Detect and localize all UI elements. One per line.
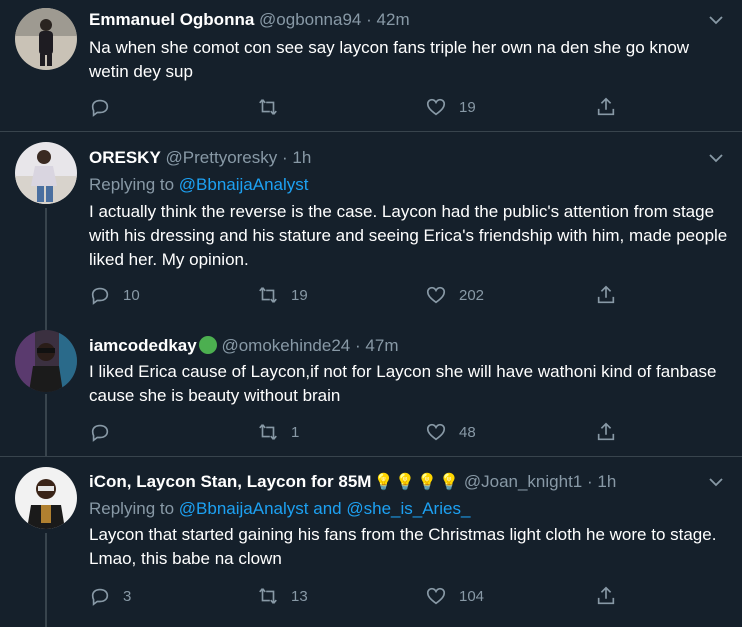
mention-link[interactable]: @BbnaijaAnalyst [179, 499, 309, 518]
mention-link[interactable]: @she_is_Aries_ [346, 499, 470, 518]
reply-button[interactable]: 10 [89, 283, 140, 307]
tweet-1[interactable]: Emmanuel Ogbonna @ogbonna94 · 42m Na whe… [0, 0, 742, 130]
reply-icon [91, 424, 109, 442]
green-circle-emoji [198, 336, 217, 354]
light-bulb-emoji: 💡 [417, 474, 438, 491]
retweet-button[interactable] [257, 95, 291, 119]
separator-dot: · [587, 472, 593, 491]
user-handle[interactable]: @ogbonna94 [259, 10, 361, 29]
retweet-count: 19 [291, 286, 308, 304]
retweet-icon [259, 424, 277, 440]
action-bar: 1 48 [89, 420, 629, 444]
reply-button[interactable] [89, 420, 123, 444]
display-name[interactable]: ORESKY [89, 148, 161, 167]
heart-icon [426, 98, 446, 116]
and-label: and [313, 499, 342, 518]
avatar[interactable] [15, 467, 77, 529]
chevron-down-icon[interactable] [708, 12, 724, 28]
replying-to: Replying to @BbnaijaAnalyst and @she_is_… [89, 498, 470, 520]
tweet-text: I liked Erica cause of Laycon,if not for… [89, 362, 717, 405]
separator-dot: · [282, 148, 288, 167]
action-bar: 10 19 202 [89, 283, 629, 307]
share-button[interactable] [595, 420, 617, 444]
share-icon [597, 586, 615, 605]
reply-icon [91, 99, 109, 117]
retweet-button[interactable]: 19 [257, 283, 308, 307]
thread-line [45, 533, 47, 627]
reply-button[interactable] [89, 95, 123, 119]
avatar[interactable] [15, 142, 77, 204]
retweet-icon [259, 287, 277, 303]
display-name[interactable]: iCon, Laycon Stan, Laycon for 85M [89, 472, 371, 491]
heart-icon [426, 286, 446, 304]
user-handle[interactable]: @omokehinde24 [221, 336, 350, 355]
user-handle[interactable]: @Prettyoresky [166, 148, 278, 167]
share-icon [597, 285, 615, 304]
light-bulb-emoji: 💡 [373, 474, 394, 491]
share-icon [597, 97, 615, 116]
reply-icon [91, 287, 109, 305]
tweet-text: Laycon that started gaining his fans fro… [89, 525, 717, 568]
reply-icon [91, 588, 109, 606]
retweet-icon [259, 99, 277, 115]
retweet-icon [259, 588, 277, 604]
share-button[interactable] [595, 95, 617, 119]
thread-line [45, 322, 47, 330]
retweet-count: 13 [291, 587, 308, 605]
like-button[interactable]: 104 [425, 584, 484, 608]
display-name[interactable]: Emmanuel Ogbonna [89, 10, 254, 29]
retweet-button[interactable]: 1 [257, 420, 299, 444]
light-bulb-emoji: 💡 [439, 474, 460, 491]
timestamp[interactable]: 1h [597, 472, 616, 491]
share-icon [597, 422, 615, 441]
share-button[interactable] [595, 584, 617, 608]
retweet-count: 1 [291, 423, 300, 441]
tweet-header: ORESKY @Prettyoresky · 1h [89, 148, 311, 168]
like-button[interactable]: 48 [425, 420, 476, 444]
like-count: 19 [459, 98, 476, 116]
avatar[interactable] [15, 330, 77, 392]
reply-button[interactable]: 3 [89, 584, 131, 608]
like-count: 104 [459, 587, 485, 605]
like-count: 202 [459, 286, 485, 304]
tweet-header: iamcodedkay @omokehinde24 · 47m [89, 336, 398, 356]
action-bar: 3 13 104 [89, 584, 629, 608]
tweet-header: Emmanuel Ogbonna @ogbonna94 · 42m [89, 10, 410, 30]
like-button[interactable]: 19 [425, 95, 476, 119]
timestamp[interactable]: 42m [377, 10, 410, 29]
tweet-text: Na when she comot con see say laycon fan… [89, 38, 690, 81]
like-count: 48 [459, 423, 476, 441]
tweet-3[interactable]: iamcodedkay @omokehinde24 · 47m I liked … [0, 322, 742, 456]
heart-icon [426, 587, 446, 605]
tweet-4[interactable]: iCon, Laycon Stan, Laycon for 85M 💡 💡 💡 💡 @J… [0, 457, 742, 627]
tweet-2[interactable]: ORESKY @Prettyoresky · 1h Replying to @B… [0, 132, 742, 322]
light-bulb-emoji: 💡 [395, 474, 416, 491]
replying-to-label: Replying to [89, 175, 175, 194]
action-bar: 19 [89, 95, 629, 119]
thread-line [45, 394, 47, 456]
display-name[interactable]: iamcodedkay [89, 336, 197, 355]
user-handle[interactable]: @Joan_knight1 [464, 472, 582, 491]
replying-to-label: Replying to [89, 499, 175, 518]
timestamp[interactable]: 47m [365, 336, 398, 355]
reply-count: 3 [123, 587, 132, 605]
retweet-button[interactable]: 13 [257, 584, 308, 608]
chevron-down-icon[interactable] [708, 150, 724, 166]
timestamp[interactable]: 1h [292, 148, 311, 167]
heart-icon [426, 423, 446, 441]
tweet-header: iCon, Laycon Stan, Laycon for 85M 💡 💡 💡 💡 @J… [89, 472, 616, 493]
separator-dot: · [366, 10, 372, 29]
reply-count: 10 [123, 286, 140, 304]
share-button[interactable] [595, 283, 617, 307]
like-button[interactable]: 202 [425, 283, 484, 307]
avatar[interactable] [15, 8, 77, 70]
thread-line [45, 208, 47, 322]
tweet-text: I actually think the reverse is the case… [89, 202, 728, 269]
mention-link[interactable]: @BbnaijaAnalyst [179, 175, 309, 194]
separator-dot: · [355, 336, 361, 355]
replying-to: Replying to @BbnaijaAnalyst [89, 174, 309, 196]
chevron-down-icon[interactable] [708, 474, 724, 490]
